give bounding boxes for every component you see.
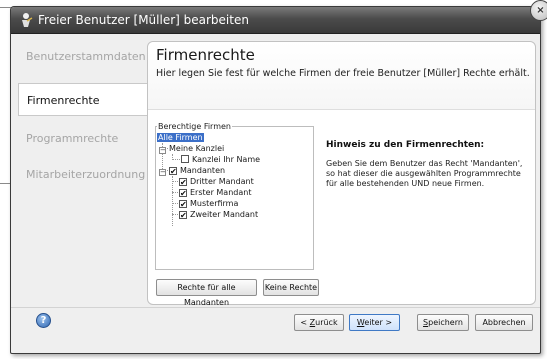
tree-item-root[interactable]: Alle Firmen — [157, 132, 204, 143]
footer-divider — [11, 307, 540, 308]
firmen-tree: Alle Firmen − Meine Kanzlei Kanzlei Ihr N… — [157, 132, 307, 262]
page-subtitle: Hier legen Sie fest für welche Firmen de… — [156, 68, 530, 79]
window-title: Freier Benutzer [Müller] bearbeiten — [38, 13, 249, 27]
save-button[interactable]: Speichern — [417, 314, 469, 331]
tree-connector — [172, 214, 178, 215]
unchecked-checkbox[interactable] — [181, 155, 189, 163]
tree-item-label: Zweiter Mandant — [190, 210, 259, 219]
tree-item-label: Meine Kanzlei — [169, 144, 225, 153]
next-label: eiter > — [364, 318, 393, 327]
tree-item-label: Mandanten — [180, 166, 226, 175]
collapse-icon[interactable]: − — [159, 169, 166, 176]
groupbox-label: Berechtige Firmen — [157, 122, 232, 131]
no-rights-button[interactable]: Keine Rechte — [263, 279, 319, 296]
sidebar-nav: Benutzerstammdaten Firmenrechte Programm… — [11, 34, 147, 306]
tree-connector — [172, 176, 173, 226]
tree-connector — [172, 192, 178, 193]
dialog-window: Freier Benutzer [Müller] bearbeiten Benu… — [10, 6, 541, 354]
tree-connector — [172, 203, 178, 204]
title-bar[interactable]: Freier Benutzer [Müller] bearbeiten — [11, 7, 540, 34]
sidebar-item-firmenrechte[interactable]: Firmenrechte — [18, 83, 147, 116]
tree-connector — [172, 159, 180, 160]
cancel-button[interactable]: Abbrechen — [475, 314, 533, 331]
tree-item-mandant[interactable]: ✔ Musterfirma — [179, 198, 238, 209]
user-app-icon — [22, 13, 33, 27]
tree-item-mandant[interactable]: ✔ Zweiter Mandant — [179, 209, 258, 220]
sidebar-item-mitarbeiterzuordnung[interactable]: Mitarbeiterzuordnung — [18, 158, 147, 191]
content-panel: Firmenrechte Hier legen Sie fest für wel… — [147, 41, 536, 307]
save-label: peichern — [428, 318, 463, 327]
checked-checkbox[interactable]: ✔ — [179, 189, 187, 198]
checked-checkbox[interactable]: ✔ — [169, 167, 177, 176]
page-title: Firmenrechte — [156, 46, 255, 64]
panel-header: Firmenrechte Hier legen Sie fest für wel… — [148, 42, 535, 110]
checked-checkbox[interactable]: ✔ — [179, 200, 187, 209]
tree-item-label: Kanzlei Ihr Name — [192, 155, 261, 164]
back-prefix: < — [300, 318, 310, 327]
tree-item-kanzlei[interactable]: − Meine Kanzlei — [159, 143, 224, 154]
tree-item-label: Alle Firmen — [157, 133, 204, 142]
tree-item-label: Dritter Mandant — [190, 177, 254, 186]
checked-checkbox[interactable]: ✔ — [179, 211, 187, 220]
next-button[interactable]: Weiter > — [349, 314, 400, 331]
all-rights-button[interactable]: Rechte für alle Mandanten — [156, 279, 257, 307]
sidebar-item-benutzerstammdaten[interactable]: Benutzerstammdaten — [18, 40, 147, 73]
back-button[interactable]: < Zurück — [294, 314, 344, 331]
tree-item-label: Erster Mandant — [190, 188, 252, 197]
help-icon[interactable]: ? — [36, 313, 51, 328]
tree-item-label: Musterfirma — [190, 199, 239, 208]
hint-text: Geben Sie dem Benutzer das Recht 'Mandan… — [326, 159, 523, 188]
tree-connector — [172, 181, 178, 182]
collapse-icon[interactable]: − — [159, 147, 166, 154]
close-icon[interactable]: × — [530, 0, 547, 21]
tree-item-mandant[interactable]: ✔ Dritter Mandant — [179, 176, 254, 187]
tree-item-mandanten[interactable]: − ✔ Mandanten — [159, 165, 225, 176]
tree-item-kanzlei-child[interactable]: Kanzlei Ihr Name — [181, 154, 260, 165]
checked-checkbox[interactable]: ✔ — [179, 178, 187, 187]
hint-title: Hinweis zu den Firmenrechten: — [326, 140, 485, 150]
sidebar-item-programmrechte[interactable]: Programmrechte — [18, 122, 147, 155]
tree-item-mandant[interactable]: ✔ Erster Mandant — [179, 187, 251, 198]
back-label: urück — [315, 318, 338, 327]
